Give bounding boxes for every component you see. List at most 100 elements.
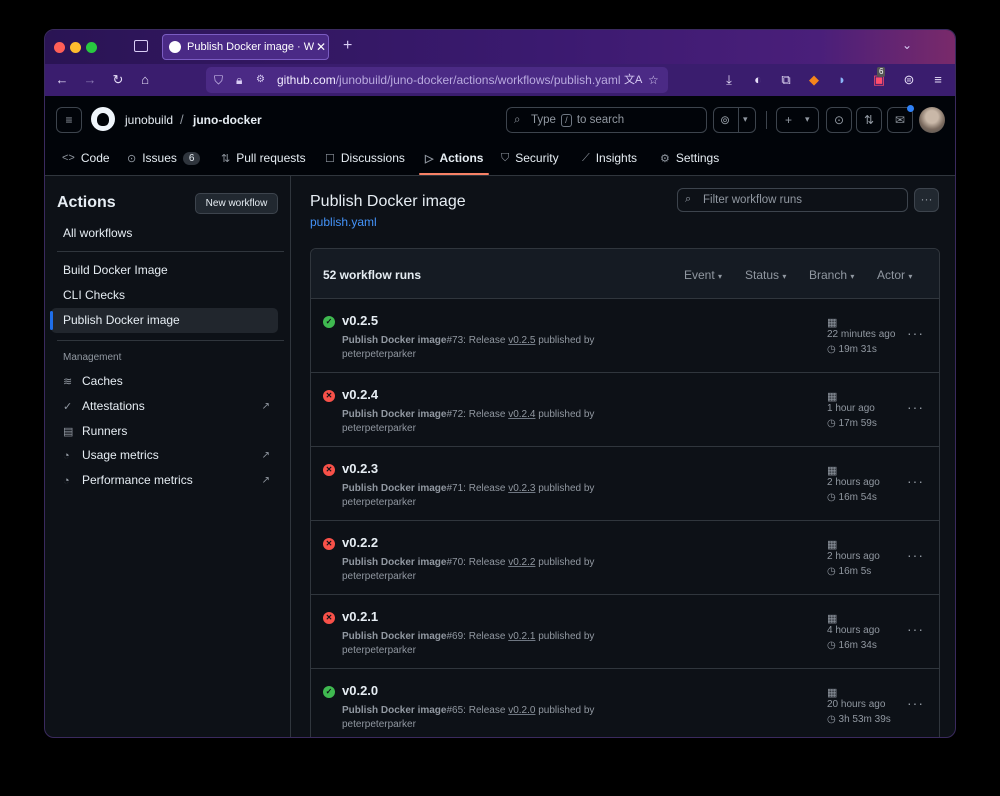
run-more-options-button[interactable]: ··· <box>907 399 924 415</box>
calendar-icon: ▦ <box>827 317 838 329</box>
run-title[interactable]: v0.2.4 <box>342 387 378 402</box>
run-tag-link[interactable]: v0.2.5 <box>508 335 535 346</box>
run-more-options-button[interactable]: ··· <box>907 325 924 341</box>
run-title[interactable]: v0.2.5 <box>342 313 378 328</box>
issues-button[interactable]: ⊙ <box>826 107 852 133</box>
x-circle-icon: ✕ <box>323 538 335 550</box>
workflow-run-row[interactable]: ✓ v0.2.5 Publish Docker image#73: Releas… <box>311 299 939 373</box>
run-tag-link[interactable]: v0.2.4 <box>508 409 535 420</box>
search-placeholder-b: to search <box>576 114 625 126</box>
translate-icon[interactable]: 文A <box>624 67 642 93</box>
run-actor[interactable]: peterpeterparker <box>342 349 416 360</box>
workflow-run-row[interactable]: ✕ v0.2.4 Publish Docker image#72: Releas… <box>311 373 939 447</box>
workflow-run-row[interactable]: ✕ v0.2.1 Publish Docker image#69: Releas… <box>311 595 939 669</box>
metamask-extension-icon[interactable]: ◆ <box>805 71 823 89</box>
run-more-options-button[interactable]: ··· <box>907 547 924 563</box>
tab-settings[interactable]: ⚙ Settings <box>660 148 719 168</box>
workflow-run-row[interactable]: ✓ v0.2.0 Publish Docker image#65: Releas… <box>311 669 939 737</box>
tab-insights[interactable]: ⟋ Insights <box>582 148 637 168</box>
filter-workflow-runs-input[interactable]: ⌕ Filter workflow runs <box>677 188 908 212</box>
sidebar-item-publish-docker-image[interactable]: Publish Docker image <box>51 308 278 333</box>
external-link-icon: ↗ <box>261 450 270 461</box>
tab-security[interactable]: ⛉ Security <box>501 148 559 168</box>
actor-filter-dropdown[interactable]: Actor ▾ <box>877 268 912 282</box>
home-icon[interactable]: ⌂ <box>136 71 154 89</box>
sidebar-item-build-docker-image[interactable]: Build Docker Image <box>51 258 278 283</box>
run-duration: 19m 31s <box>838 344 877 355</box>
tab-list-chevron-icon[interactable]: ⌄ <box>902 38 912 52</box>
lock-icon[interactable]: 🔒︎ <box>236 67 242 93</box>
sidebar-item-performance-metrics[interactable]: ◔ Performance metrics ↗ <box>51 468 278 493</box>
avatar[interactable] <box>919 107 945 133</box>
tab-discussions[interactable]: ☐ Discussions <box>325 148 405 168</box>
run-title[interactable]: v0.2.0 <box>342 683 378 698</box>
owner-link[interactable]: junobuild <box>125 113 173 127</box>
sidebar-item-attestations[interactable]: ✓ Attestations ↗ <box>51 394 278 419</box>
maximize-window-button[interactable] <box>86 42 97 53</box>
pull-requests-button[interactable]: ⇅ <box>856 107 882 133</box>
x-circle-icon: ✕ <box>323 390 335 402</box>
extension-icon-1[interactable]: ◐ <box>749 71 767 89</box>
run-more-options-button[interactable]: ··· <box>907 473 924 489</box>
run-actor[interactable]: peterpeterparker <box>342 571 416 582</box>
reload-icon[interactable]: ↻ <box>109 71 127 89</box>
tab-issues[interactable]: ⊙ Issues 6 <box>127 148 201 168</box>
more-options-button[interactable]: ··· <box>914 188 939 212</box>
run-tag-link[interactable]: v0.2.3 <box>508 483 535 494</box>
workflow-run-row[interactable]: ✕ v0.2.3 Publish Docker image#71: Releas… <box>311 447 939 521</box>
sidebar-item-all-workflows[interactable]: All workflows <box>51 221 278 246</box>
account-icon[interactable]: ⊜ <box>900 71 918 89</box>
new-workflow-button[interactable]: New workflow <box>195 193 278 214</box>
run-more-options-button[interactable]: ··· <box>907 695 924 711</box>
chevron-down-icon: ▾ <box>850 272 855 281</box>
run-tag-link[interactable]: v0.2.0 <box>508 705 535 716</box>
tab-pull-requests[interactable]: ⇅ Pull requests <box>221 148 306 168</box>
hamburger-menu-button[interactable]: ≡ <box>56 107 82 133</box>
extensions-puzzle-icon[interactable]: ⧉ <box>777 71 795 89</box>
github-logo-icon[interactable] <box>91 107 115 131</box>
search-icon: ⌕ <box>685 193 692 205</box>
menu-hamburger-icon[interactable]: ≡ <box>929 71 947 89</box>
status-filter-dropdown[interactable]: Status ▾ <box>745 268 786 282</box>
run-actor[interactable]: peterpeterparker <box>342 497 416 508</box>
repo-link[interactable]: juno-docker <box>193 113 262 127</box>
create-new-button[interactable]: + ▾ <box>776 107 819 133</box>
forward-arrow-icon[interactable]: → <box>81 71 99 89</box>
branch-filter-dropdown[interactable]: Branch ▾ <box>809 268 854 282</box>
run-actor[interactable]: peterpeterparker <box>342 645 416 656</box>
sidebar-item-runners[interactable]: ▤ Runners <box>51 419 278 444</box>
run-actor[interactable]: peterpeterparker <box>342 719 416 730</box>
close-tab-icon[interactable]: ✕ <box>314 40 328 54</box>
bookmark-star-icon[interactable]: ☆ <box>648 67 659 93</box>
browser-tab-active[interactable]: Publish Docker image · Workflow ✕ <box>162 34 329 60</box>
run-tag-link[interactable]: v0.2.1 <box>508 631 535 642</box>
workflow-file-link[interactable]: publish.yaml <box>310 215 377 229</box>
url-bar[interactable]: ⛉ 🔒︎ ⚙ github.com/junobuild/juno-docker/… <box>206 67 668 93</box>
minimize-window-button[interactable] <box>70 42 81 53</box>
tab-actions[interactable]: ▷ Actions <box>425 148 483 168</box>
run-time-ago: 1 hour ago <box>827 403 875 414</box>
event-filter-dropdown[interactable]: Event ▾ <box>684 268 722 282</box>
run-title[interactable]: v0.2.1 <box>342 609 378 624</box>
sidebar-item-cli-checks[interactable]: CLI Checks <box>51 283 278 308</box>
shield-tracking-icon[interactable]: ⛉ <box>214 67 223 93</box>
tab-overview-icon[interactable] <box>134 40 148 52</box>
run-tag-link[interactable]: v0.2.2 <box>508 557 535 568</box>
sidebar-item-usage-metrics[interactable]: ◔ Usage metrics ↗ <box>51 443 278 468</box>
run-title[interactable]: v0.2.3 <box>342 461 378 476</box>
back-arrow-icon[interactable]: ← <box>53 71 71 89</box>
workflow-run-row[interactable]: ✕ v0.2.2 Publish Docker image#70: Releas… <box>311 521 939 595</box>
search-input[interactable]: ⌕ Type / to search <box>506 107 707 133</box>
run-more-options-button[interactable]: ··· <box>907 621 924 637</box>
close-window-button[interactable] <box>54 42 65 53</box>
copilot-button[interactable]: ⊚ ▾ <box>713 107 756 133</box>
tab-code[interactable]: <> Code <box>62 148 110 168</box>
chevron-down-icon[interactable]: ▾ <box>743 107 748 131</box>
new-tab-button[interactable]: + <box>343 37 352 55</box>
permissions-icon[interactable]: ⚙ <box>256 67 265 93</box>
extension-icon-2[interactable]: ◗ <box>833 71 851 89</box>
run-actor[interactable]: peterpeterparker <box>342 423 416 434</box>
sidebar-item-caches[interactable]: ≋ Caches <box>51 369 278 394</box>
downloads-icon[interactable]: ⤓ <box>720 71 738 89</box>
run-title[interactable]: v0.2.2 <box>342 535 378 550</box>
